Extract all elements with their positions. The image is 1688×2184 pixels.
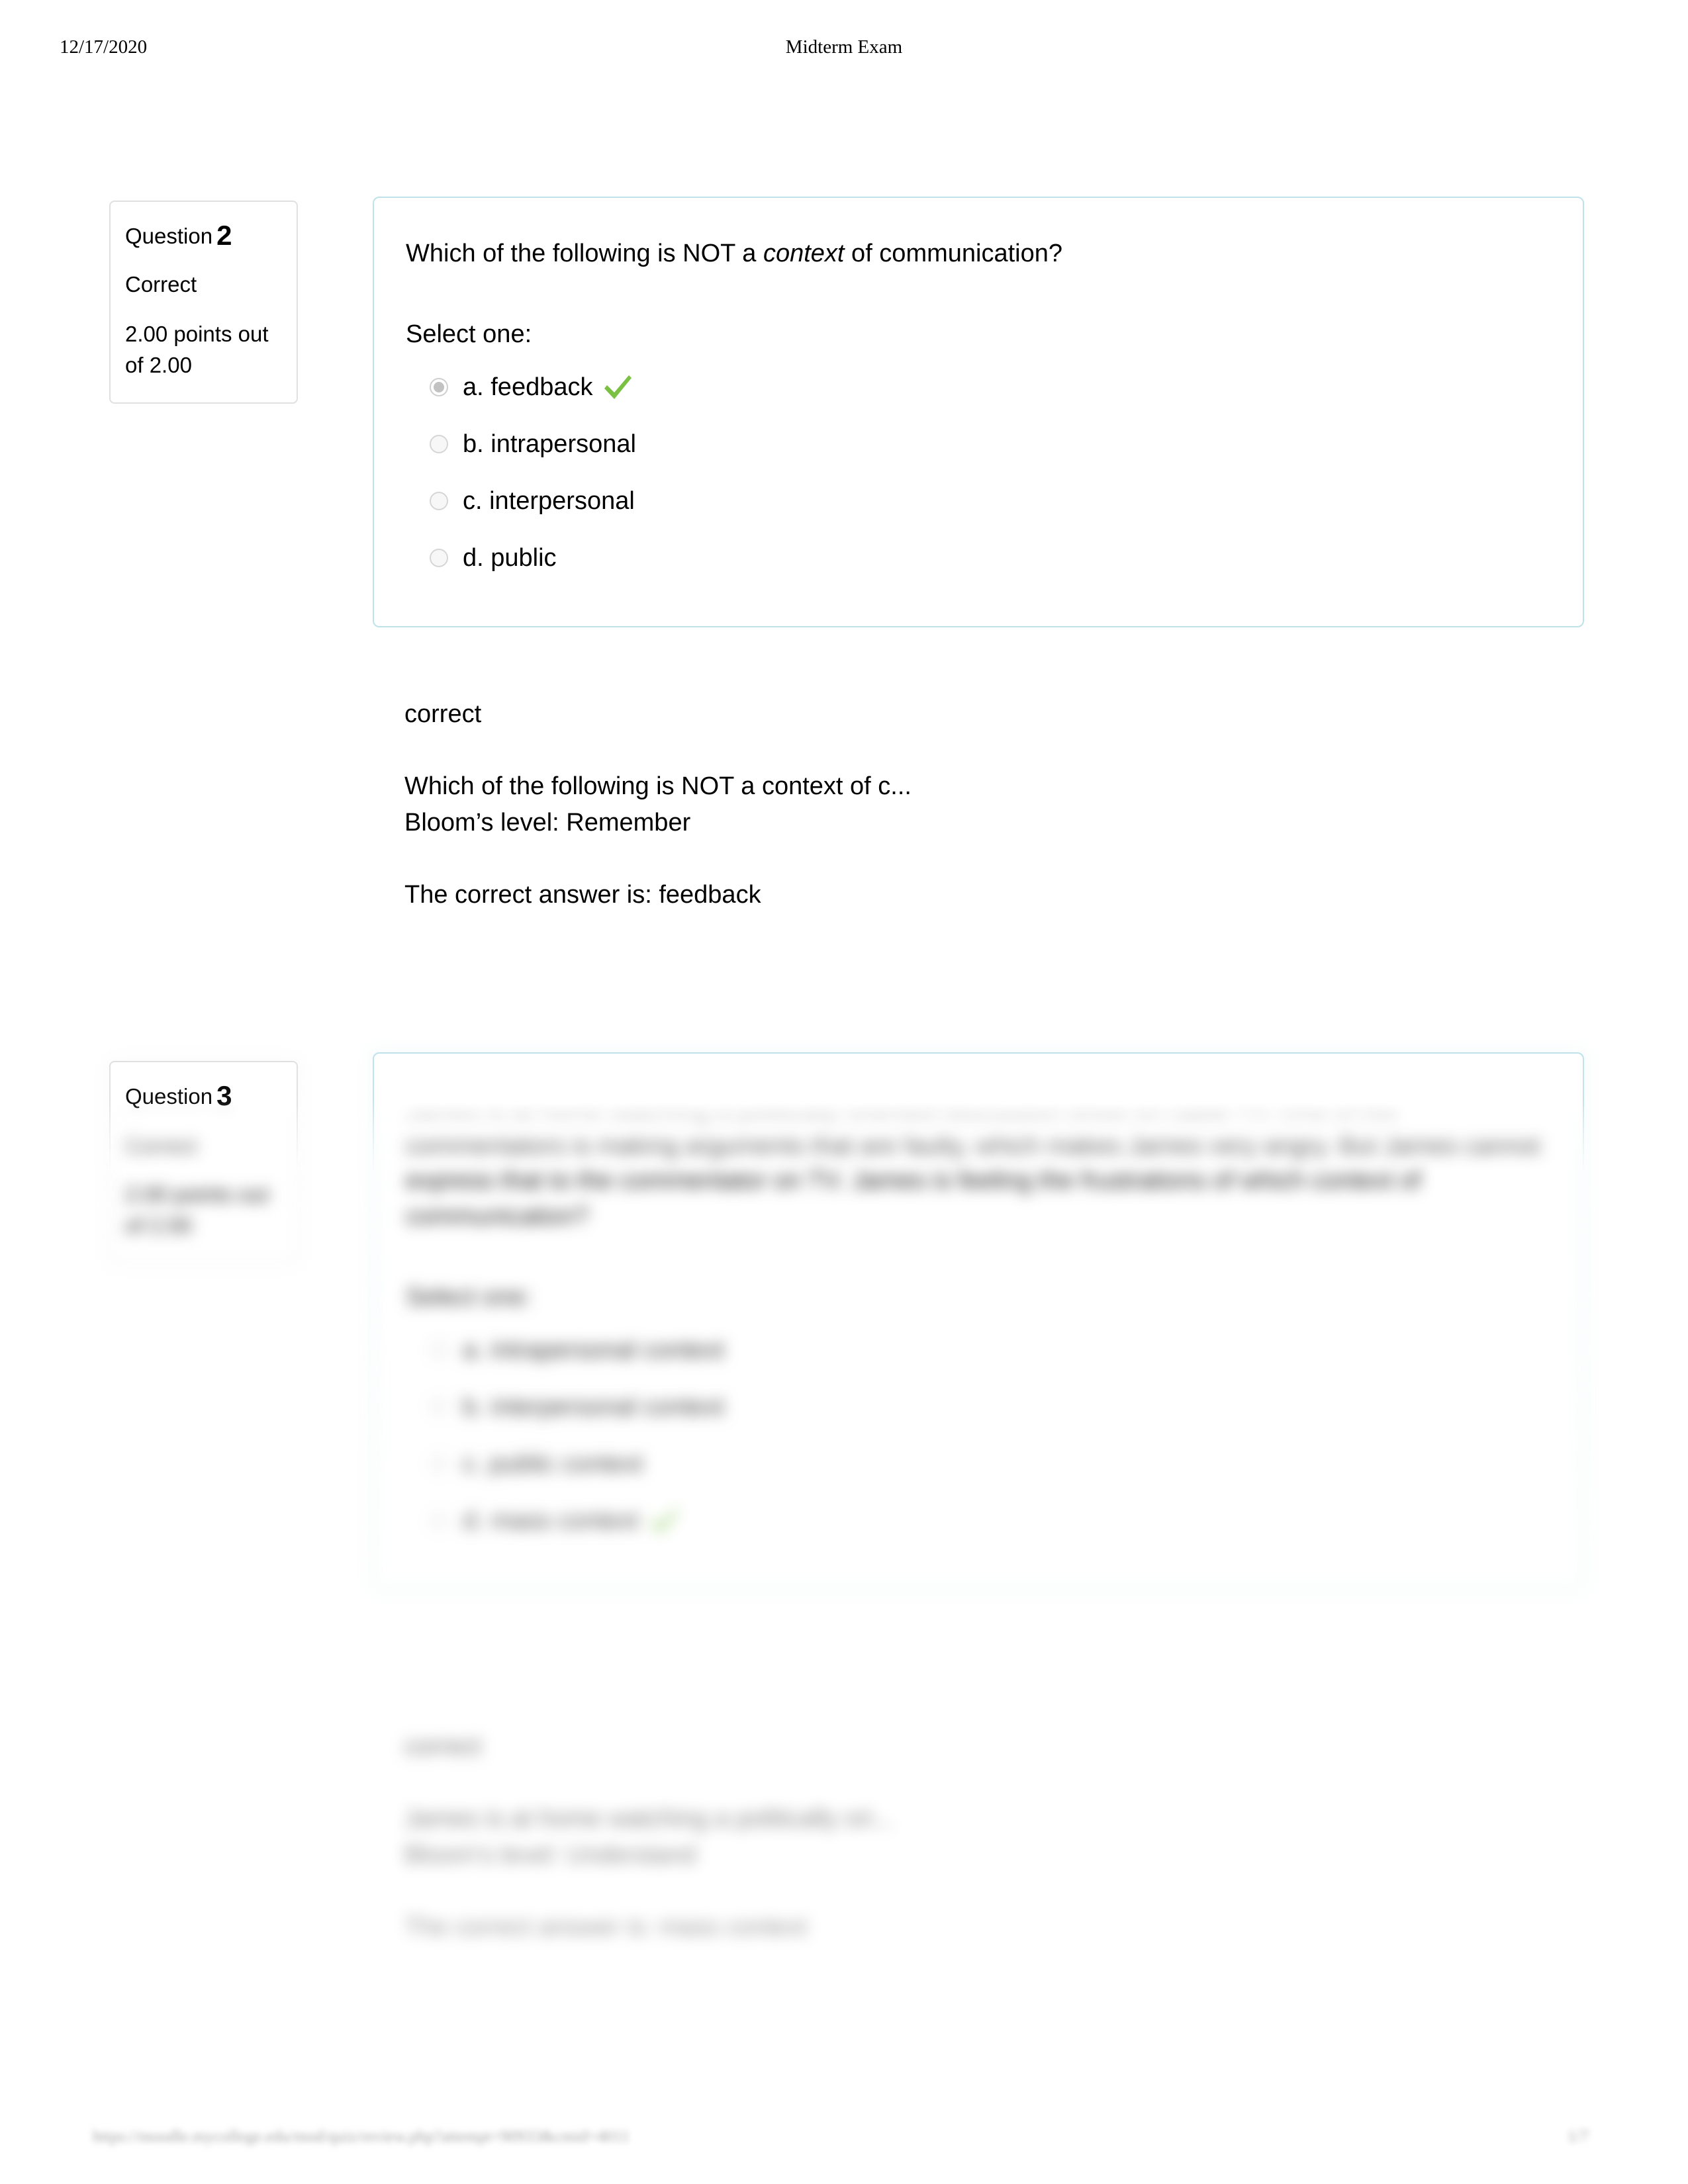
select-one-prompt-3: Select one:: [406, 1283, 532, 1311]
answer-list-3: a. intrapersonal context b. interpersona…: [406, 1322, 1551, 1549]
feedback-bloom-level-3: Bloom’s level: Understand: [404, 1841, 696, 1870]
question-feedback-3: correct James is at home watching a poli…: [404, 1729, 1596, 1981]
radio-button-b[interactable]: [430, 435, 448, 454]
question-card-3-edge: [373, 1052, 1584, 1181]
question-block-3-sharp-layer: Question 3: [0, 1039, 1688, 1181]
answer-list-2: a. feedback b. intrapersonal c. interper…: [406, 359, 1551, 586]
answer-option-3d[interactable]: d. mass context: [406, 1492, 1551, 1549]
answer-label-c: c. interpersonal: [463, 487, 635, 516]
question-status-2: Correct: [125, 272, 197, 297]
answer-option-3c[interactable]: c. public context: [406, 1435, 1551, 1492]
question-card-3: James is at home watching a politically …: [373, 1052, 1584, 1591]
question-word-label-3-edge: Question: [125, 1084, 213, 1109]
question-number-line-2: Question 2: [125, 220, 282, 250]
select-one-prompt-2: Select one:: [406, 320, 532, 348]
question-points-2: 2.00 points out of 2.00: [125, 321, 269, 377]
answer-option-3a[interactable]: a. intrapersonal context: [406, 1322, 1551, 1379]
radio-button-d[interactable]: [430, 549, 448, 568]
answer-label-d: d. public: [463, 544, 557, 572]
feedback-bloom-level-2: Bloom’s level: Remember: [404, 809, 691, 837]
radio-button-c[interactable]: [430, 492, 448, 511]
question-status-3: Correct: [125, 1132, 197, 1158]
feedback-stem-echo-block-3: James is at home watching a politically …: [404, 1801, 1596, 1874]
radio-button-3c[interactable]: [430, 1455, 448, 1474]
feedback-stem-echo-3: James is at home watching a politically …: [404, 1805, 894, 1833]
question-word-label-3: Question: [125, 1084, 213, 1109]
feedback-correct-answer-3: The correct answer is: mass context: [404, 1913, 808, 1942]
feedback-stem-echo-block-2: Which of the following is NOT a context …: [404, 768, 1596, 841]
question-number-line-3-edge: Question 3: [125, 1081, 282, 1111]
radio-button-3a[interactable]: [430, 1341, 448, 1360]
question-points-3: 2.00 points out of 2.00: [125, 1181, 269, 1238]
question-block-3-sharp-edge: Question 3: [0, 1039, 1688, 1181]
question-number-2: 2: [216, 220, 232, 251]
answer-option-3b[interactable]: b. interpersonal context: [406, 1379, 1551, 1435]
feedback-verdict-2: correct: [404, 700, 482, 728]
answer-option-a[interactable]: a. feedback: [406, 359, 1551, 416]
answer-option-c[interactable]: c. interpersonal: [406, 473, 1551, 529]
question-number-3: 3: [216, 1080, 232, 1111]
question-block-3-blurred: Question 3 Correct 2.00 points out of 2.0…: [0, 1039, 1688, 2184]
question-stem-emphasis: context: [763, 240, 845, 267]
print-footer: https://moodle.mycollege.edu/mod/quiz/re…: [0, 2128, 1688, 2161]
feedback-verdict-3: correct: [404, 1733, 482, 1760]
print-footer-page-number: 1/7: [1568, 2128, 1589, 2146]
question-number-3-edge: 3: [216, 1080, 232, 1111]
answer-label-3c: c. public context: [463, 1450, 643, 1479]
quiz-review-body: Question 2 Correct 2.00 points out of 2.0…: [0, 0, 1688, 2184]
question-info-box-3-edge: Question 3: [109, 1061, 298, 1181]
answer-label-3a: a. intrapersonal context: [463, 1336, 725, 1365]
question-info-box-3: Question 3 Correct 2.00 points out of 2.0…: [109, 1061, 298, 1264]
feedback-stem-echo-2: Which of the following is NOT a context …: [404, 772, 912, 801]
radio-button-a[interactable]: [430, 378, 448, 397]
question-stem-part-1: Which of the following is NOT a: [406, 240, 763, 267]
question-feedback-2: correct Which of the following is NOT a …: [404, 696, 1596, 949]
print-footer-url: https://moodle.mycollege.edu/mod/quiz/re…: [93, 2128, 630, 2146]
question-stem-part-2: of communication?: [844, 240, 1062, 267]
question-card-2: Which of the following is NOT a context …: [373, 197, 1584, 628]
radio-button-3b[interactable]: [430, 1398, 448, 1417]
correct-check-icon-3: [648, 1506, 680, 1535]
radio-button-3d[interactable]: [430, 1512, 448, 1531]
answer-option-d[interactable]: d. public: [406, 529, 1551, 586]
question-word-label-2: Question: [125, 224, 213, 248]
question-info-box-2: Question 2 Correct 2.00 points out of 2.0…: [109, 201, 298, 404]
correct-check-icon: [602, 373, 633, 402]
answer-label-a: a. feedback: [463, 373, 593, 402]
answer-label-b: b. intrapersonal: [463, 430, 636, 459]
answer-label-3b: b. interpersonal context: [463, 1393, 725, 1422]
answer-option-b[interactable]: b. intrapersonal: [406, 416, 1551, 473]
question-block-3-blur-layer: Question 3 Correct 2.00 points out of 2.0…: [0, 1039, 1688, 2184]
feedback-correct-answer-2: The correct answer is: feedback: [404, 881, 761, 909]
answer-label-3d: d. mass context: [463, 1507, 639, 1535]
question-number-line-3: Question 3: [125, 1081, 282, 1111]
question-stem-2: Which of the following is NOT a context …: [406, 236, 1551, 272]
question-stem-3: James is at home watching a politically …: [406, 1095, 1540, 1230]
